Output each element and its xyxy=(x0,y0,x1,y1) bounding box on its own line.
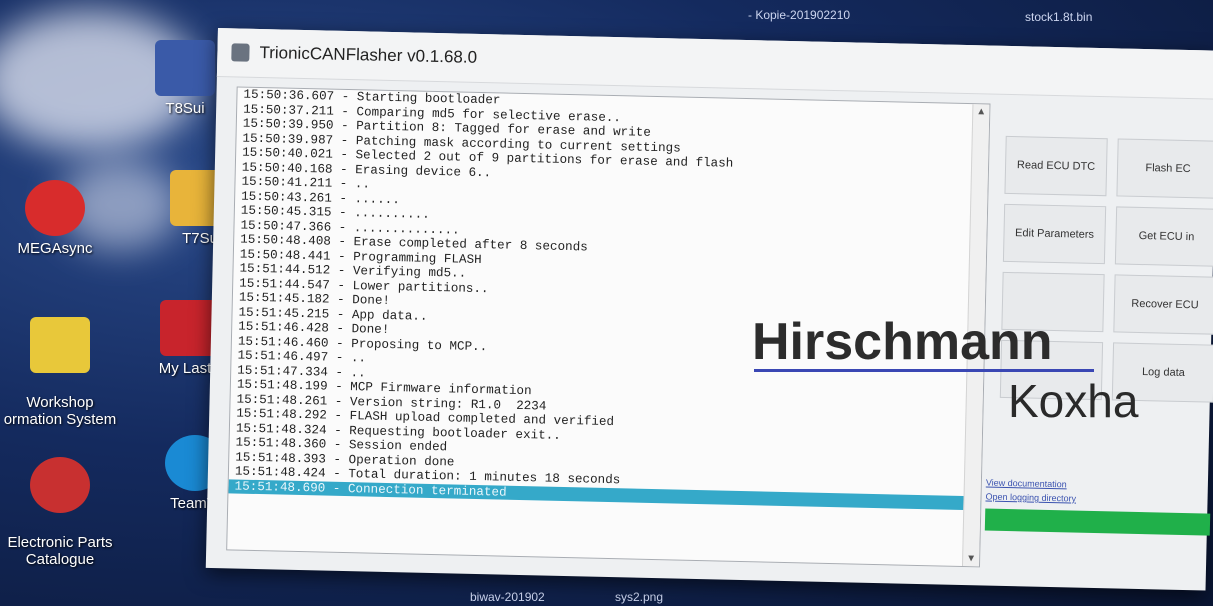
desktop-file-label[interactable]: stock1.8t.bin xyxy=(1025,10,1092,24)
flash-ecu-button[interactable]: Flash EC xyxy=(1116,138,1213,199)
recover-ecu-button[interactable]: Recover ECU xyxy=(1113,274,1213,335)
window-title: TrionicCANFlasher v0.1.68.0 xyxy=(259,42,478,67)
chevron-up-icon[interactable]: ▲ xyxy=(976,106,986,117)
megasync-icon xyxy=(25,180,85,236)
desktop-icon-label: Workshop ormation System xyxy=(3,394,117,428)
desktop-icon-label: T8Sui xyxy=(165,100,205,117)
action-panel: Read ECU DTC Flash EC Edit Parameters Ge… xyxy=(999,135,1213,403)
desktop-icon-label: MEGAsync xyxy=(17,240,93,257)
get-ecu-info-button[interactable]: Get ECU in xyxy=(1114,206,1213,267)
links-group: View documentation Open logging director… xyxy=(985,476,1076,506)
desktop-file-label[interactable]: biwav-201902 xyxy=(470,590,545,604)
open-logging-directory-link[interactable]: Open logging directory xyxy=(985,490,1076,506)
desktop-icon-label: Electronic Parts Catalogue xyxy=(7,534,113,568)
watermark-underline xyxy=(754,369,1094,372)
app-icon xyxy=(231,43,250,62)
t8suite-icon xyxy=(155,40,215,96)
desktop-file-label[interactable]: sys2.png xyxy=(615,590,663,604)
desktop-icon-epc[interactable]: Electronic Parts Catalogue xyxy=(0,440,125,568)
flasher-window[interactable]: TrionicCANFlasher v0.1.68.0 15:50:36.607… xyxy=(205,28,1213,591)
desktop-icon-workshop[interactable]: Workshop ormation System xyxy=(0,300,125,428)
progress-bar xyxy=(984,508,1211,536)
edit-parameters-button[interactable]: Edit Parameters xyxy=(1002,203,1107,265)
watermark-brand: Hirschmann xyxy=(752,313,1053,371)
read-dtc-button[interactable]: Read ECU DTC xyxy=(1004,135,1108,197)
desktop-icon-megasync[interactable]: MEGAsync xyxy=(0,180,120,257)
workshop-star-icon xyxy=(30,317,90,373)
chevron-down-icon[interactable]: ▼ xyxy=(966,553,976,564)
epc-icon xyxy=(30,457,90,513)
watermark-name: Koxha xyxy=(1008,375,1139,427)
desktop-file-label[interactable]: - Kopie-201902210 xyxy=(748,8,850,22)
